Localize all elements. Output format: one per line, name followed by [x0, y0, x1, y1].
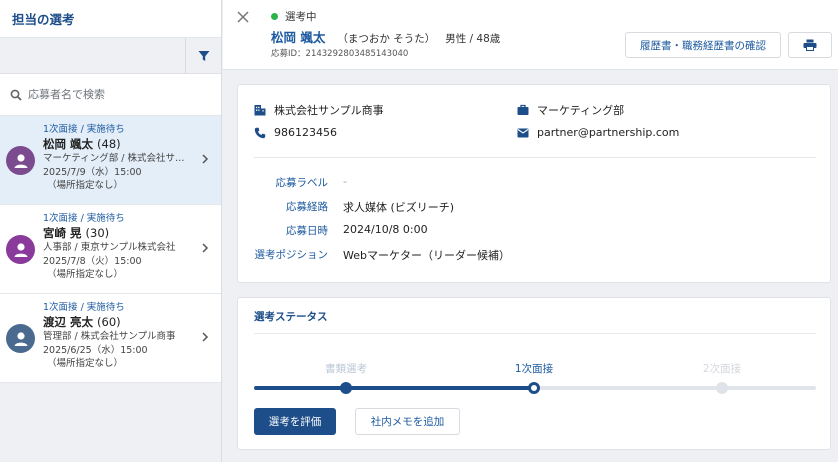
evaluate-button[interactable]: 選考を評価 — [254, 408, 336, 435]
detail-header: 選考中 松岡 颯太 （まつおか そうた） 男性 / 48歳 応募ID：21432… — [223, 0, 838, 70]
avatar — [6, 235, 35, 264]
item-place: （場所指定なし） — [47, 358, 124, 369]
candidate-list-pane: 担当の選考 1次面接 / 実施待ち 松岡 颯太 (48) マーケティング部 / … — [0, 0, 222, 462]
candidate-kana: （まつおか そうた） — [337, 33, 436, 45]
email-row: partner@partnership.com — [517, 126, 679, 139]
candidate-list: 1次面接 / 実施待ち 松岡 颯太 (48) マーケティング部 / 株式会社サ…… — [0, 116, 221, 383]
mail-icon — [517, 128, 529, 137]
status-indicator: 選考中 — [271, 9, 317, 24]
item-dept: 人事部 / 東京サンプル株式会社 — [43, 242, 176, 253]
avatar — [6, 324, 35, 353]
department-row: マーケティング部 — [517, 102, 624, 118]
progress-fill — [254, 386, 534, 390]
phone-icon — [254, 127, 266, 138]
item-name: 松岡 颯太 (48) — [43, 136, 221, 152]
step-label: 書類選考 — [325, 363, 367, 375]
filter-icon — [198, 51, 209, 61]
application-id: 応募ID：2143292803485143040 — [271, 49, 409, 59]
item-date: 2025/7/8（火）15:00 — [43, 255, 142, 267]
candidate-meta: 男性 / 48歳 — [445, 33, 501, 45]
step-label: 2次面接 — [702, 363, 742, 375]
department-name: マーケティング部 — [537, 104, 625, 117]
step-label: 1次面接 — [514, 363, 554, 375]
person-icon — [14, 153, 27, 168]
item-date: 2025/7/9（水）15:00 — [43, 166, 142, 178]
company-name: 株式会社サンプル商事 — [274, 104, 384, 117]
status-card-title: 選考ステータス — [254, 311, 328, 323]
list-item[interactable]: 1次面接 / 実施待ち 松岡 颯太 (48) マーケティング部 / 株式会社サ…… — [0, 116, 221, 205]
item-stage: 1次面接 / 実施待ち — [43, 302, 125, 313]
item-name: 宮崎 晃 (30) — [43, 225, 221, 241]
list-header: 担当の選考 — [0, 0, 221, 38]
step-node-current[interactable] — [528, 382, 540, 394]
status-divider — [254, 333, 816, 334]
field-value: - — [343, 175, 347, 188]
item-dept: 管理部 / 株式会社サンプル商事 — [43, 331, 176, 342]
item-age: (60) — [97, 315, 121, 329]
chevron-right-icon — [202, 332, 209, 342]
email-address: partner@partnership.com — [537, 126, 680, 139]
field-label: 応募ラベル — [275, 177, 329, 189]
filter-bar — [0, 38, 221, 74]
briefcase-icon — [517, 104, 529, 115]
item-place: （場所指定なし） — [47, 180, 124, 191]
item-name-text: 渡辺 亮太 — [43, 315, 94, 329]
add-memo-button[interactable]: 社内メモを追加 — [355, 408, 460, 435]
search-icon — [10, 89, 22, 101]
phone-number: 986123456 — [274, 126, 337, 139]
close-icon[interactable] — [235, 9, 251, 25]
list-item[interactable]: 1次面接 / 実施待ち 宮崎 晃 (30) 人事部 / 東京サンプル株式会社 2… — [0, 205, 221, 294]
status-text: 選考中 — [285, 11, 317, 23]
field-label: 応募経路 — [286, 201, 328, 213]
candidate-name: 松岡 颯太 — [271, 30, 326, 45]
step-node-todo[interactable] — [716, 382, 728, 394]
field-value: 求人媒体 (ビズリーチ) — [343, 201, 455, 214]
field-value: Webマーケター（リーダー候補） — [343, 249, 510, 262]
list-title: 担当の選考 — [12, 12, 75, 27]
company-row: 株式会社サンプル商事 — [254, 102, 384, 118]
field-label: 応募日時 — [286, 225, 328, 237]
item-name-text: 松岡 颯太 — [43, 137, 94, 151]
search-input[interactable] — [28, 88, 208, 101]
item-name-text: 宮崎 晃 — [43, 226, 82, 240]
candidate-detail-pane: 選考中 松岡 颯太 （まつおか そうた） 男性 / 48歳 応募ID：21432… — [223, 0, 838, 462]
step-node-done[interactable] — [340, 382, 352, 394]
selection-status-card: 選考ステータス 書類選考 1次面接 2次面接 選考を評価 社内メモを追加 — [237, 297, 831, 450]
item-date: 2025/6/25（水）15:00 — [43, 344, 148, 356]
item-dept: マーケティング部 / 株式会社サ… — [43, 153, 185, 164]
search-bar — [0, 74, 221, 116]
list-item[interactable]: 1次面接 / 実施待ち 渡辺 亮太 (60) 管理部 / 株式会社サンプル商事 … — [0, 294, 221, 383]
item-stage: 1次面接 / 実施待ち — [43, 213, 125, 224]
item-age: (30) — [85, 226, 110, 240]
candidate-info-card: 株式会社サンプル商事 マーケティング部 986123456 partner@pa… — [237, 84, 831, 283]
view-resume-button[interactable]: 履歴書・職務経歴書の確認 — [625, 32, 781, 58]
phone-row: 986123456 — [254, 126, 337, 139]
info-divider — [254, 157, 816, 158]
avatar — [6, 146, 35, 175]
person-icon — [14, 242, 27, 257]
person-icon — [14, 331, 27, 346]
status-dot — [271, 13, 278, 20]
chevron-right-icon — [202, 154, 209, 164]
item-place: （場所指定なし） — [47, 269, 124, 280]
building-icon — [254, 105, 266, 116]
field-value: 2024/10/8 0:00 — [343, 223, 428, 236]
item-age: (48) — [97, 137, 121, 151]
field-label: 選考ポジション — [254, 249, 329, 261]
print-button[interactable] — [788, 32, 832, 58]
print-icon — [803, 39, 817, 51]
filter-button[interactable] — [185, 38, 221, 74]
candidate-name-row: 松岡 颯太 （まつおか そうた） 男性 / 48歳 — [271, 27, 500, 46]
chevron-right-icon — [202, 243, 209, 253]
item-name: 渡辺 亮太 (60) — [43, 314, 221, 330]
item-stage: 1次面接 / 実施待ち — [43, 124, 125, 135]
